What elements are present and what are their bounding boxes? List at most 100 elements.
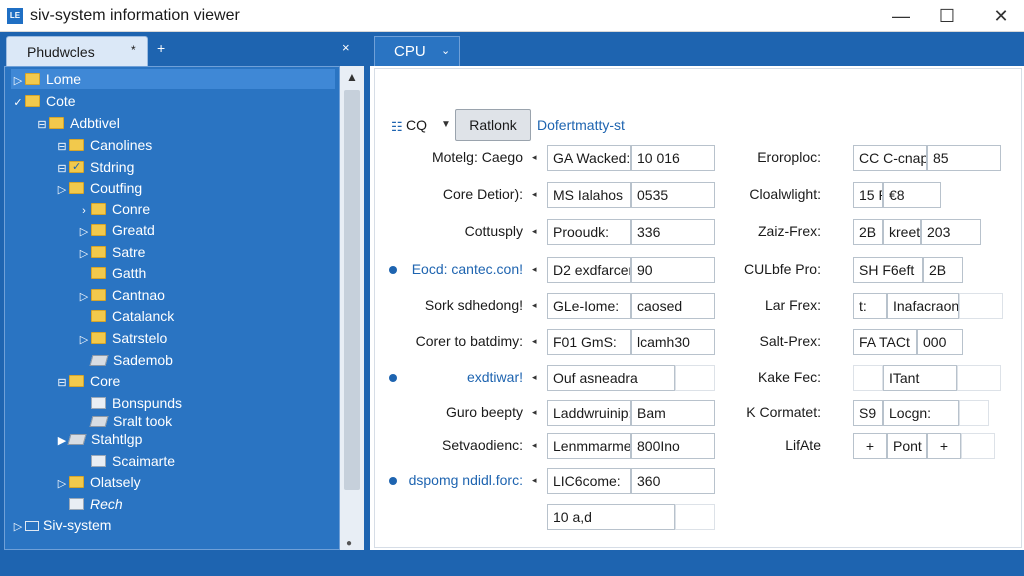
expand-toggle-icon[interactable]: ▷ xyxy=(77,287,91,307)
panel-close-icon[interactable]: × xyxy=(342,40,350,55)
scroll-up-icon[interactable]: ▲ xyxy=(340,70,364,84)
field-value[interactable]: €8 xyxy=(883,182,941,208)
field-value[interactable]: 2B xyxy=(853,219,883,245)
field-value[interactable]: 0535 xyxy=(631,182,715,208)
field-value-empty[interactable] xyxy=(961,433,995,459)
tab-cpu[interactable]: CPU ⌄ xyxy=(374,36,460,66)
field-value[interactable]: t: xyxy=(853,293,887,319)
field-value[interactable]: 800Ino xyxy=(631,433,715,459)
field-value[interactable]: MS Ialahos xyxy=(547,182,631,208)
ratlonk-button[interactable]: Ratlonk xyxy=(455,109,531,141)
chevron-down-icon[interactable]: ⌄ xyxy=(441,44,450,57)
field-value-empty[interactable] xyxy=(959,293,1003,319)
dropdown-arrow-icon[interactable]: ▼ xyxy=(441,119,451,130)
field-value[interactable]: kreet xyxy=(883,219,921,245)
expand-toggle-icon[interactable]: ▷ xyxy=(11,517,25,537)
tree-item[interactable]: ▷ Satre xyxy=(77,242,146,264)
tab-close-icon[interactable]: * xyxy=(131,43,136,57)
field-value[interactable]: D2 exdfarcem: xyxy=(547,257,631,283)
field-value[interactable]: 85 xyxy=(927,145,1001,171)
field-value[interactable]: 336 xyxy=(631,219,715,245)
tree-item[interactable]: ▷ Greatd xyxy=(77,220,155,240)
resize-grip-icon[interactable]: ● xyxy=(346,538,352,549)
field-value-empty[interactable] xyxy=(675,504,715,530)
tree-item[interactable]: ▷ Satrstelo xyxy=(77,328,167,348)
tree-item[interactable]: ▷ Lome xyxy=(11,69,335,89)
expand-toggle-icon[interactable]: ⊟ xyxy=(55,159,69,179)
field-value[interactable]: Inafacraon xyxy=(887,293,959,319)
expand-toggle-icon[interactable]: ✓ xyxy=(11,93,25,113)
tree-item[interactable]: ⊟ Core xyxy=(55,371,120,391)
field-value-empty[interactable] xyxy=(957,365,1001,391)
field-value[interactable]: F01 GmS: xyxy=(547,329,631,355)
field-value[interactable]: Locgn: xyxy=(883,400,959,426)
expand-toggle-icon[interactable]: ⊟ xyxy=(35,115,49,135)
tree-item[interactable]: Sralt took xyxy=(77,411,172,431)
field-value[interactable]: Pont xyxy=(887,433,927,459)
field-value[interactable]: LIC6come: xyxy=(547,468,631,494)
tree-item[interactable]: ✓ Cote xyxy=(11,91,75,113)
field-value-empty[interactable] xyxy=(675,365,715,391)
tree-item[interactable]: ▶ Stahtlgp xyxy=(55,429,143,451)
tree-item[interactable]: › Conre xyxy=(77,199,150,219)
expand-toggle-icon[interactable]: ▷ xyxy=(77,222,91,242)
field-value[interactable]: Bam xyxy=(631,400,715,426)
tree-view[interactable]: ▷Lome✓Cote⊟Adbtivel⊟Canolines⊟Stdring▷Co… xyxy=(4,66,340,550)
tree-item[interactable]: ▷ Olatsely xyxy=(55,472,141,492)
field-value[interactable]: 360 xyxy=(631,468,715,494)
expand-toggle-icon[interactable]: › xyxy=(77,201,91,221)
tree-item[interactable]: Gatth xyxy=(77,263,146,283)
field-value[interactable]: lcamh30 xyxy=(631,329,715,355)
expand-toggle-icon[interactable]: ⊟ xyxy=(55,373,69,393)
field-value[interactable]: 203 xyxy=(921,219,981,245)
field-value[interactable]: SH F6eft xyxy=(853,257,923,283)
field-value[interactable]: FA TACt xyxy=(853,329,917,355)
field-value[interactable]: Prooudk: xyxy=(547,219,631,245)
tree-item[interactable]: Sademob xyxy=(77,350,173,370)
tree-item[interactable]: ⊟ Adbtivel xyxy=(35,113,119,135)
toolbar-link[interactable]: Dofertmatty-st xyxy=(537,117,625,133)
field-value-empty[interactable] xyxy=(853,365,883,391)
maximize-button[interactable]: ☐ xyxy=(924,0,970,32)
tree-item[interactable]: Bonspunds xyxy=(77,393,182,413)
tree-item[interactable]: Scaimarte xyxy=(77,451,175,471)
field-value[interactable]: ITant xyxy=(883,365,957,391)
tab-phudwcles[interactable]: Phudwcles * xyxy=(6,36,148,66)
tree-item[interactable]: ▷ Coutfing xyxy=(55,178,142,198)
field-value[interactable]: 15 Rarad: xyxy=(853,182,883,208)
field-value[interactable]: GLe-Iome: xyxy=(547,293,631,319)
field-value[interactable]: Laddwruinip: xyxy=(547,400,631,426)
tree-item[interactable]: ▷ Cantnao xyxy=(77,285,165,305)
field-value[interactable]: 10 016 xyxy=(631,145,715,171)
expand-toggle-icon[interactable]: ⊟ xyxy=(55,137,69,157)
minimize-button[interactable]: — xyxy=(878,0,924,32)
expand-toggle-icon[interactable]: ▷ xyxy=(55,180,69,200)
field-value[interactable]: 2B xyxy=(923,257,963,283)
tree-item[interactable]: ⊟ Canolines xyxy=(55,135,152,155)
expand-toggle-icon[interactable]: ▷ xyxy=(11,71,25,91)
add-tab-icon[interactable]: + xyxy=(157,40,165,56)
tree-item[interactable]: ⊟ Stdring xyxy=(55,157,134,177)
field-value[interactable]: GA Wacked: xyxy=(547,145,631,171)
field-value[interactable]: + xyxy=(853,433,887,459)
field-value[interactable]: S9 xyxy=(853,400,883,426)
expand-toggle-icon[interactable]: ▷ xyxy=(77,330,91,350)
field-value[interactable]: + xyxy=(927,433,961,459)
field-value[interactable]: Ouf asneadra xyxy=(547,365,675,391)
expand-toggle-icon[interactable]: ▶ xyxy=(55,431,69,451)
field-value-empty[interactable] xyxy=(959,400,989,426)
field-value[interactable]: 000 xyxy=(917,329,963,355)
field-value[interactable]: Lenmmarment: xyxy=(547,433,631,459)
tree-item[interactable]: Catalanck xyxy=(77,306,174,326)
tree-item[interactable]: ▷ Siv-system xyxy=(11,515,112,537)
close-button[interactable]: ✕ xyxy=(978,0,1024,32)
field-value[interactable]: 90 xyxy=(631,257,715,283)
field-value[interactable]: 10 a,d xyxy=(547,504,675,530)
tree-item[interactable]: Rech xyxy=(55,494,123,514)
scroll-thumb[interactable] xyxy=(344,90,360,490)
expand-toggle-icon[interactable]: ▷ xyxy=(77,244,91,264)
field-value[interactable]: caosed xyxy=(631,293,715,319)
tree-scrollbar[interactable]: ▲ ▼ xyxy=(340,66,364,560)
expand-toggle-icon[interactable]: ▷ xyxy=(55,474,69,494)
field-value[interactable]: CC C-cnap: xyxy=(853,145,927,171)
